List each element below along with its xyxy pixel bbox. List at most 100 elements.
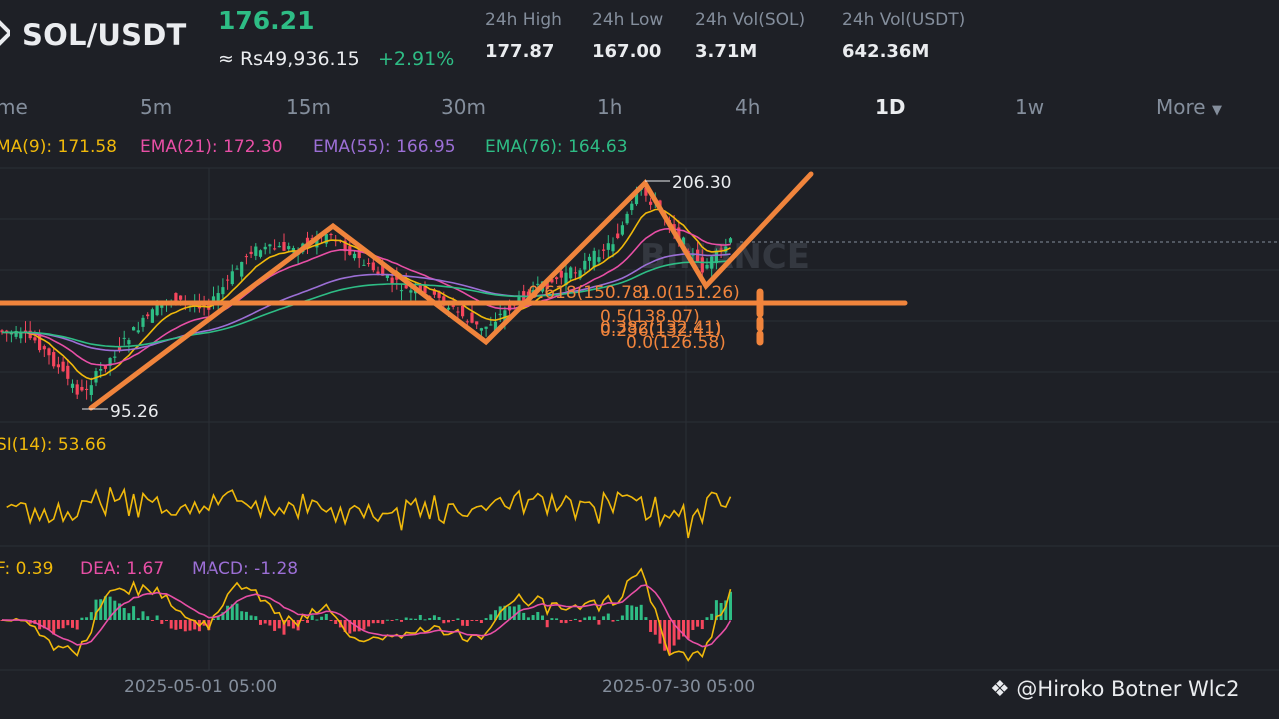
chart-watermark-logo: BINANCE bbox=[640, 237, 810, 277]
candle-body bbox=[0, 330, 4, 333]
macd-bar bbox=[414, 618, 418, 620]
tab-time[interactable]: me bbox=[0, 95, 28, 119]
candle-body bbox=[517, 295, 521, 302]
macd-bar bbox=[672, 620, 676, 646]
macd-bar bbox=[456, 618, 460, 620]
candle-body bbox=[188, 301, 192, 303]
grid bbox=[0, 167, 1279, 671]
candle-body bbox=[296, 251, 300, 256]
tab-1d[interactable]: 1D bbox=[875, 95, 906, 119]
macd-bar bbox=[517, 604, 521, 620]
candle-body bbox=[653, 201, 657, 203]
macd-bar bbox=[155, 615, 159, 620]
macd-bar bbox=[616, 619, 620, 621]
macd-bar bbox=[357, 620, 361, 632]
macd-bar bbox=[498, 606, 502, 620]
candle-body bbox=[503, 310, 507, 322]
zigzag-drawing bbox=[88, 171, 814, 411]
macd-bar bbox=[146, 616, 150, 620]
macd-bar bbox=[291, 620, 295, 629]
macd-bar bbox=[418, 614, 422, 620]
macd-bar bbox=[169, 620, 173, 629]
watermark: ❖ @Hiroko Botner Wlc2 bbox=[990, 677, 1240, 702]
macd-bar bbox=[324, 614, 328, 620]
macd-bar bbox=[559, 620, 563, 623]
candle-body bbox=[150, 309, 154, 323]
macd-bar bbox=[705, 617, 709, 620]
candle-body bbox=[489, 324, 493, 326]
candle-body bbox=[555, 277, 559, 280]
tab-4h[interactable]: 4h bbox=[735, 95, 760, 119]
candle-body bbox=[282, 242, 286, 251]
macd-bar bbox=[573, 618, 577, 620]
candle-body bbox=[437, 291, 441, 298]
macd-bar bbox=[310, 615, 314, 620]
candle-body bbox=[216, 293, 220, 304]
candle-body bbox=[174, 293, 178, 305]
candle-body bbox=[197, 302, 201, 309]
candle-body bbox=[343, 240, 347, 252]
macd-bar bbox=[404, 617, 408, 620]
macd-bar bbox=[724, 600, 728, 620]
candle-body bbox=[160, 302, 164, 308]
tab-15m[interactable]: 15m bbox=[286, 95, 331, 119]
tab-5m[interactable]: 5m bbox=[140, 95, 172, 119]
candle-body bbox=[273, 248, 277, 250]
candle-body bbox=[14, 330, 18, 337]
macd-bar bbox=[47, 620, 51, 630]
pair-symbol[interactable]: SOL/USDT bbox=[22, 18, 187, 52]
fib-labels: 0.618(150.78) 1.0(151.26) 0.5(138.07) 0.… bbox=[528, 283, 740, 353]
macd-bar bbox=[249, 615, 253, 620]
price-change: +2.91% bbox=[378, 48, 455, 70]
candle-body bbox=[644, 187, 648, 196]
macd-bar bbox=[259, 620, 262, 625]
candle-body bbox=[28, 330, 32, 339]
macd-bar bbox=[52, 620, 56, 635]
macd-bar bbox=[235, 603, 239, 620]
tab-1h[interactable]: 1h bbox=[597, 95, 622, 119]
candle-body bbox=[404, 278, 408, 289]
x-tick-1: 2025-05-01 05:00 bbox=[124, 677, 278, 697]
candle-body bbox=[423, 286, 427, 294]
macd-bar bbox=[320, 616, 324, 620]
candle-body bbox=[484, 326, 488, 329]
macd-bar bbox=[400, 620, 403, 622]
macd-bar bbox=[583, 617, 587, 620]
candle-body bbox=[508, 305, 512, 311]
macd-bar bbox=[682, 620, 685, 637]
price-annotations: 206.30 95.26 bbox=[82, 173, 731, 422]
price-chart[interactable]: BINANCE 0.618(150.78) 1.0(151.26) 0.5(13… bbox=[0, 0, 1279, 719]
macd-bar bbox=[390, 620, 394, 621]
tab-more[interactable]: More ▼ bbox=[1156, 95, 1222, 119]
macd-bar bbox=[451, 620, 455, 621]
macd-bar bbox=[287, 620, 291, 627]
candle-body bbox=[367, 263, 371, 265]
candle-body bbox=[512, 304, 516, 306]
candle-body bbox=[108, 357, 112, 366]
x-tick-2: 2025-07-30 05:00 bbox=[602, 677, 756, 697]
candle-body bbox=[630, 203, 634, 211]
macd-bar bbox=[103, 596, 107, 620]
candle-body bbox=[202, 303, 206, 307]
macd-bar bbox=[282, 620, 286, 635]
macd-bar bbox=[550, 618, 554, 620]
tab-30m[interactable]: 30m bbox=[441, 95, 486, 119]
fib-label-5: 0.236(132.41) bbox=[600, 321, 721, 341]
candle-body bbox=[66, 365, 70, 379]
candle-body bbox=[146, 314, 150, 317]
macd-bar bbox=[667, 620, 671, 655]
candle-body bbox=[179, 295, 183, 300]
macd-bar bbox=[639, 604, 643, 620]
stat-24h-low-value: 167.00 bbox=[592, 41, 662, 62]
tab-1w[interactable]: 1w bbox=[1015, 95, 1044, 119]
macd-bar bbox=[385, 619, 389, 621]
candle-body bbox=[470, 312, 474, 323]
macd-bar bbox=[620, 615, 624, 620]
dif-line bbox=[1, 567, 732, 662]
candle-body bbox=[268, 244, 272, 247]
ema21-line bbox=[2, 227, 731, 367]
macd-bar bbox=[207, 620, 211, 631]
candle-body bbox=[634, 193, 639, 205]
macd-bar bbox=[240, 611, 244, 620]
macd-bar bbox=[442, 620, 446, 624]
